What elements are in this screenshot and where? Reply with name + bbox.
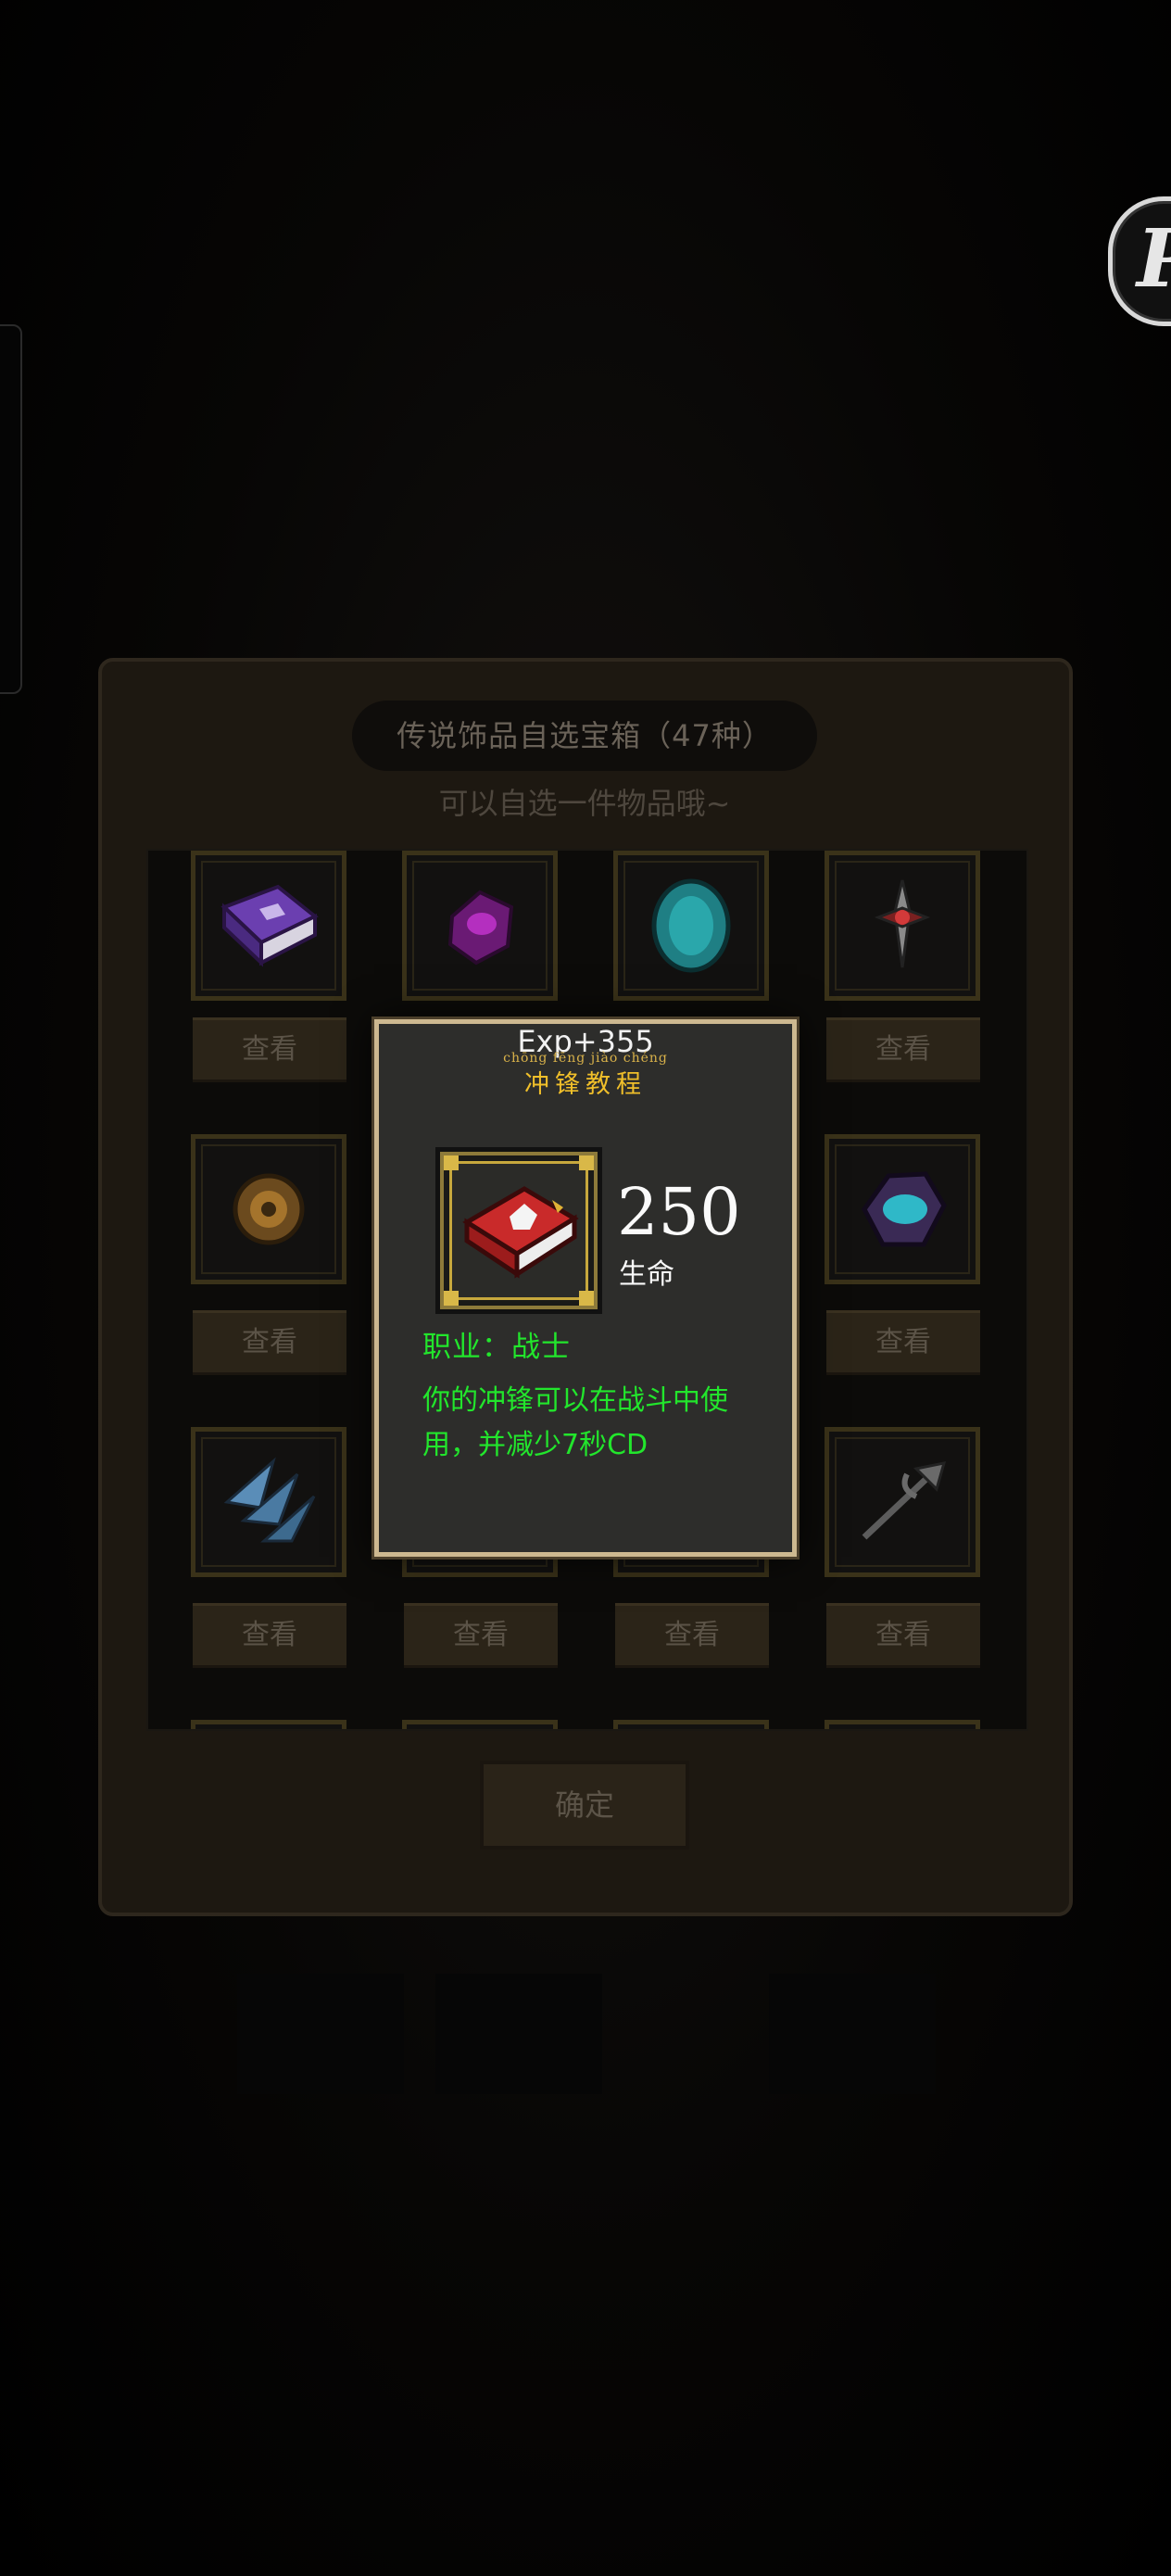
confirm-button[interactable]: 确定 [480, 1761, 689, 1850]
item-icon-frame [435, 1147, 602, 1314]
dagger-amulet-icon [874, 879, 931, 968]
golden-medallion-icon [233, 1173, 305, 1245]
item-slot[interactable] [825, 1720, 980, 1729]
panel-title: 传说饰品自选宝箱（47种） [352, 701, 817, 771]
item-slot[interactable] [191, 1134, 346, 1284]
view-button[interactable]: 查看 [615, 1603, 769, 1668]
view-button[interactable]: 查看 [193, 1603, 346, 1668]
panel-subtitle: 可以自选一件物品哦~ [438, 786, 731, 821]
bottom-bar-segment [237, 1974, 404, 2094]
item-description: 你的冲锋可以在战斗中使用，并减少7秒CD [422, 1384, 728, 1461]
bottom-bar-segment [435, 1974, 602, 2094]
dark-orb-icon [862, 1171, 947, 1247]
view-button[interactable]: 查看 [826, 1603, 980, 1668]
item-name: 冲锋教程 [524, 1070, 647, 1099]
view-button[interactable]: 查看 [404, 1603, 558, 1668]
view-button[interactable]: 查看 [826, 1017, 980, 1082]
item-slot[interactable] [402, 1720, 558, 1729]
teal-shield-icon [651, 878, 731, 973]
red-book-icon [462, 1186, 579, 1279]
stat-value: 250 [617, 1174, 741, 1250]
stat-label: 生命 [619, 1258, 674, 1291]
item-slot[interactable] [613, 1720, 769, 1729]
purple-book-icon [220, 884, 319, 967]
trident-spear-icon [862, 1461, 947, 1540]
item-slot[interactable] [825, 1427, 980, 1577]
job-requirement: 职业：战士 [422, 1331, 571, 1364]
item-slot[interactable] [825, 851, 980, 1001]
item-slot[interactable] [825, 1134, 980, 1284]
crystal-claw-icon [223, 1457, 316, 1543]
side-drawer-tab[interactable] [0, 324, 22, 694]
bottom-bar-segment [769, 1974, 936, 2094]
view-button[interactable]: 查看 [193, 1017, 346, 1082]
view-button[interactable]: 查看 [826, 1310, 980, 1375]
item-slot[interactable] [191, 851, 346, 1001]
assistant-icon: P [1137, 212, 1171, 306]
item-slot[interactable] [613, 851, 769, 1001]
item-slot[interactable] [191, 1427, 346, 1577]
item-slot[interactable] [402, 851, 558, 1001]
purple-gem-icon [447, 890, 514, 966]
view-button[interactable]: 查看 [193, 1310, 346, 1375]
item-slot[interactable] [191, 1720, 346, 1729]
